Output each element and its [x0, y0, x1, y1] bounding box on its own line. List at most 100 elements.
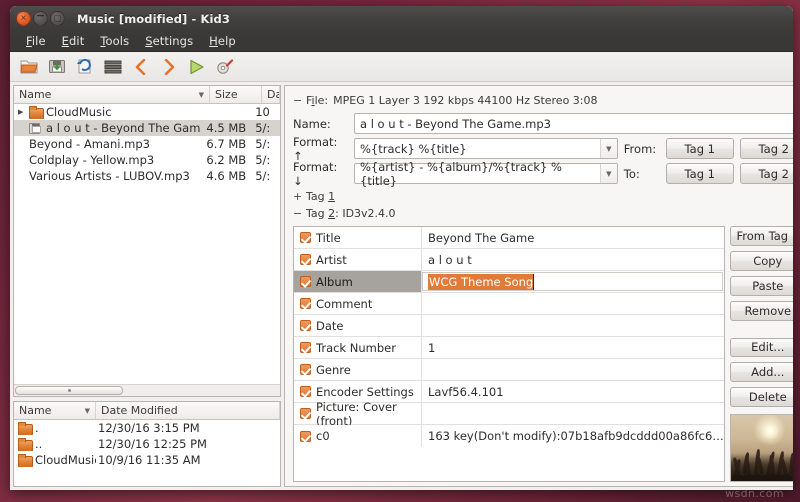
- dir-column-header-date[interactable]: Date Modified: [96, 402, 280, 419]
- dir-column-header-name-label: Name: [19, 404, 51, 417]
- menu-edit[interactable]: Edit: [54, 33, 93, 49]
- tag-value-cell[interactable]: [422, 359, 724, 380]
- menu-tools[interactable]: Tools: [92, 33, 137, 49]
- checkbox-checked-icon[interactable]: [300, 320, 311, 331]
- tag-field-name: Comment: [316, 297, 372, 311]
- file-list-cell-name: Coldplay - Yellow.mp3: [14, 153, 201, 167]
- tag-field-label-cell: c0: [294, 425, 422, 447]
- play-icon[interactable]: [184, 55, 209, 79]
- menu-help[interactable]: Help: [201, 33, 244, 49]
- tag-table-row[interactable]: Picture: Cover (front): [294, 403, 724, 425]
- file-name-input[interactable]: a l o u t - Beyond The Game.mp3: [354, 113, 793, 134]
- directory-list-row[interactable]: .12/30/16 3:15 PM: [14, 420, 280, 436]
- kid3-main-window: ✕ − □ Music [modified] - Kid3 File Edit …: [10, 6, 793, 490]
- checkbox-checked-icon[interactable]: [300, 364, 311, 375]
- tag-2-expander[interactable]: − Tag 2: ID3v2.4.0: [293, 205, 793, 222]
- menu-file[interactable]: File: [18, 33, 54, 49]
- file-list-row[interactable]: Coldplay - Yellow.mp36.2 MB5/:: [14, 152, 280, 168]
- tag-table-row[interactable]: Comment: [294, 293, 724, 315]
- save-icon[interactable]: [44, 55, 69, 79]
- column-header-size[interactable]: Size: [210, 86, 262, 103]
- directory-name: CloudMusic: [35, 453, 96, 467]
- tag-value-cell[interactable]: Beyond The Game: [422, 227, 724, 248]
- format-down-row: Format: ↓ %{artist} - %{album}/%{track} …: [293, 161, 793, 186]
- file-list-row[interactable]: a l o u t - Beyond The Game.mp34.5 MB5/:: [14, 120, 280, 136]
- file-list-row[interactable]: ▶CloudMusic10: [14, 104, 280, 120]
- tag-value-cell[interactable]: 1: [422, 337, 724, 358]
- file-list-row[interactable]: Beyond - Amani.mp36.7 MB5/:: [14, 136, 280, 152]
- remove-button[interactable]: Remove: [730, 301, 793, 321]
- next-icon[interactable]: [156, 55, 181, 79]
- checkbox-checked-icon[interactable]: [300, 276, 311, 287]
- file-name: Beyond - Amani.mp3: [29, 137, 150, 151]
- tag-value-cell[interactable]: a l o u t: [422, 249, 724, 270]
- format-down-combobox[interactable]: %{artist} - %{album}/%{track} %{title} ▼: [354, 163, 618, 184]
- revert-icon[interactable]: [72, 55, 97, 79]
- chevron-down-icon[interactable]: ▼: [600, 139, 617, 158]
- to-tag-2-button[interactable]: Tag 2: [740, 163, 793, 184]
- previous-icon[interactable]: [128, 55, 153, 79]
- add-button[interactable]: Add...: [730, 362, 793, 382]
- folder-icon: [18, 439, 32, 450]
- format-up-combobox[interactable]: %{track} %{title} ▼: [354, 138, 618, 159]
- checkbox-checked-icon[interactable]: [300, 386, 311, 397]
- scrollbar-thumb[interactable]: [15, 386, 123, 395]
- directory-list[interactable]: .12/30/16 3:15 PM..12/30/16 12:25 PMClou…: [14, 420, 280, 486]
- tag-action-buttons: From Tag 1 Copy Paste Remove Edit... Add…: [730, 226, 793, 482]
- format-up-value: %{track} %{title}: [355, 139, 600, 158]
- column-header-name[interactable]: Name ▼: [14, 86, 210, 103]
- tag-table-row[interactable]: Genre: [294, 359, 724, 381]
- title-bar: ✕ − □ Music [modified] - Kid3: [10, 6, 793, 31]
- menu-settings[interactable]: Settings: [137, 33, 201, 49]
- close-button[interactable]: ✕: [16, 11, 31, 26]
- from-tag-1-action-button[interactable]: From Tag 1: [730, 226, 793, 246]
- directory-list-row[interactable]: ..12/30/16 12:25 PM: [14, 436, 280, 452]
- file-list-cell-size: 4.6 MB: [201, 169, 251, 183]
- paste-button[interactable]: Paste: [730, 276, 793, 296]
- file-list-row[interactable]: Various Artists - LUBOV.mp34.6 MB5/:: [14, 168, 280, 184]
- tag-table-row[interactable]: AlbumWCG Theme Song: [294, 271, 724, 293]
- chevron-down-icon[interactable]: ▼: [600, 164, 617, 183]
- tag-field-label-cell: Comment: [294, 293, 422, 314]
- file-info-expander[interactable]: − File: MPEG 1 Layer 3 192 kbps 44100 Hz…: [293, 92, 793, 109]
- to-tag-1-button[interactable]: Tag 1: [666, 163, 734, 184]
- tag-1-expander[interactable]: + Tag 1: [293, 188, 793, 205]
- tag-value-cell[interactable]: [422, 403, 724, 424]
- delete-button[interactable]: Delete: [730, 387, 793, 407]
- menu-bar: File Edit Tools Settings Help: [10, 31, 793, 52]
- from-tag-2-button[interactable]: Tag 2: [740, 138, 793, 159]
- file-list-horizontal-scrollbar[interactable]: [14, 384, 280, 396]
- column-header-date[interactable]: Da: [262, 86, 280, 103]
- settings-icon[interactable]: [212, 55, 237, 79]
- album-cover-thumbnail[interactable]: [730, 414, 793, 482]
- tag-value-cell[interactable]: 163 key(Don't modify):07b18afb9dcddd00a8…: [422, 425, 724, 447]
- minimize-button[interactable]: −: [33, 11, 48, 26]
- tag-value-editor[interactable]: WCG Theme Song: [422, 272, 723, 291]
- tag-table-row[interactable]: c0163 key(Don't modify):07b18afb9dcddd00…: [294, 425, 724, 447]
- copy-button[interactable]: Copy: [730, 251, 793, 271]
- list-view-icon[interactable]: [100, 55, 125, 79]
- checkbox-checked-icon[interactable]: [300, 254, 311, 265]
- checkbox-checked-icon[interactable]: [300, 342, 311, 353]
- tag-table[interactable]: TitleBeyond The GameArtista l o u tAlbum…: [293, 226, 725, 482]
- checkbox-checked-icon[interactable]: [300, 298, 311, 309]
- open-folder-icon[interactable]: [16, 55, 41, 79]
- tag-value-cell[interactable]: [422, 293, 724, 314]
- checkbox-checked-icon[interactable]: [300, 232, 311, 243]
- expand-triangle-icon[interactable]: ▶: [18, 108, 29, 116]
- checkbox-checked-icon[interactable]: [300, 408, 311, 419]
- directory-list-row[interactable]: CloudMusic10/9/16 11:35 AM: [14, 452, 280, 468]
- maximize-button[interactable]: □: [50, 11, 65, 26]
- checkbox-checked-icon[interactable]: [300, 431, 311, 442]
- tag-value-cell[interactable]: [422, 315, 724, 336]
- tag-table-row[interactable]: Track Number1: [294, 337, 724, 359]
- from-tag-1-button[interactable]: Tag 1: [666, 138, 734, 159]
- tag-table-row[interactable]: Date: [294, 315, 724, 337]
- tag-value-cell[interactable]: Lavf56.4.101: [422, 381, 724, 402]
- tag-table-row[interactable]: TitleBeyond The Game: [294, 227, 724, 249]
- dir-column-header-name[interactable]: Name ▼: [14, 402, 96, 419]
- file-list-cell-date: 5/:: [251, 153, 280, 167]
- file-list[interactable]: ▶CloudMusic10a l o u t - Beyond The Game…: [14, 104, 280, 384]
- edit-button[interactable]: Edit...: [730, 338, 793, 358]
- tag-table-row[interactable]: Artista l o u t: [294, 249, 724, 271]
